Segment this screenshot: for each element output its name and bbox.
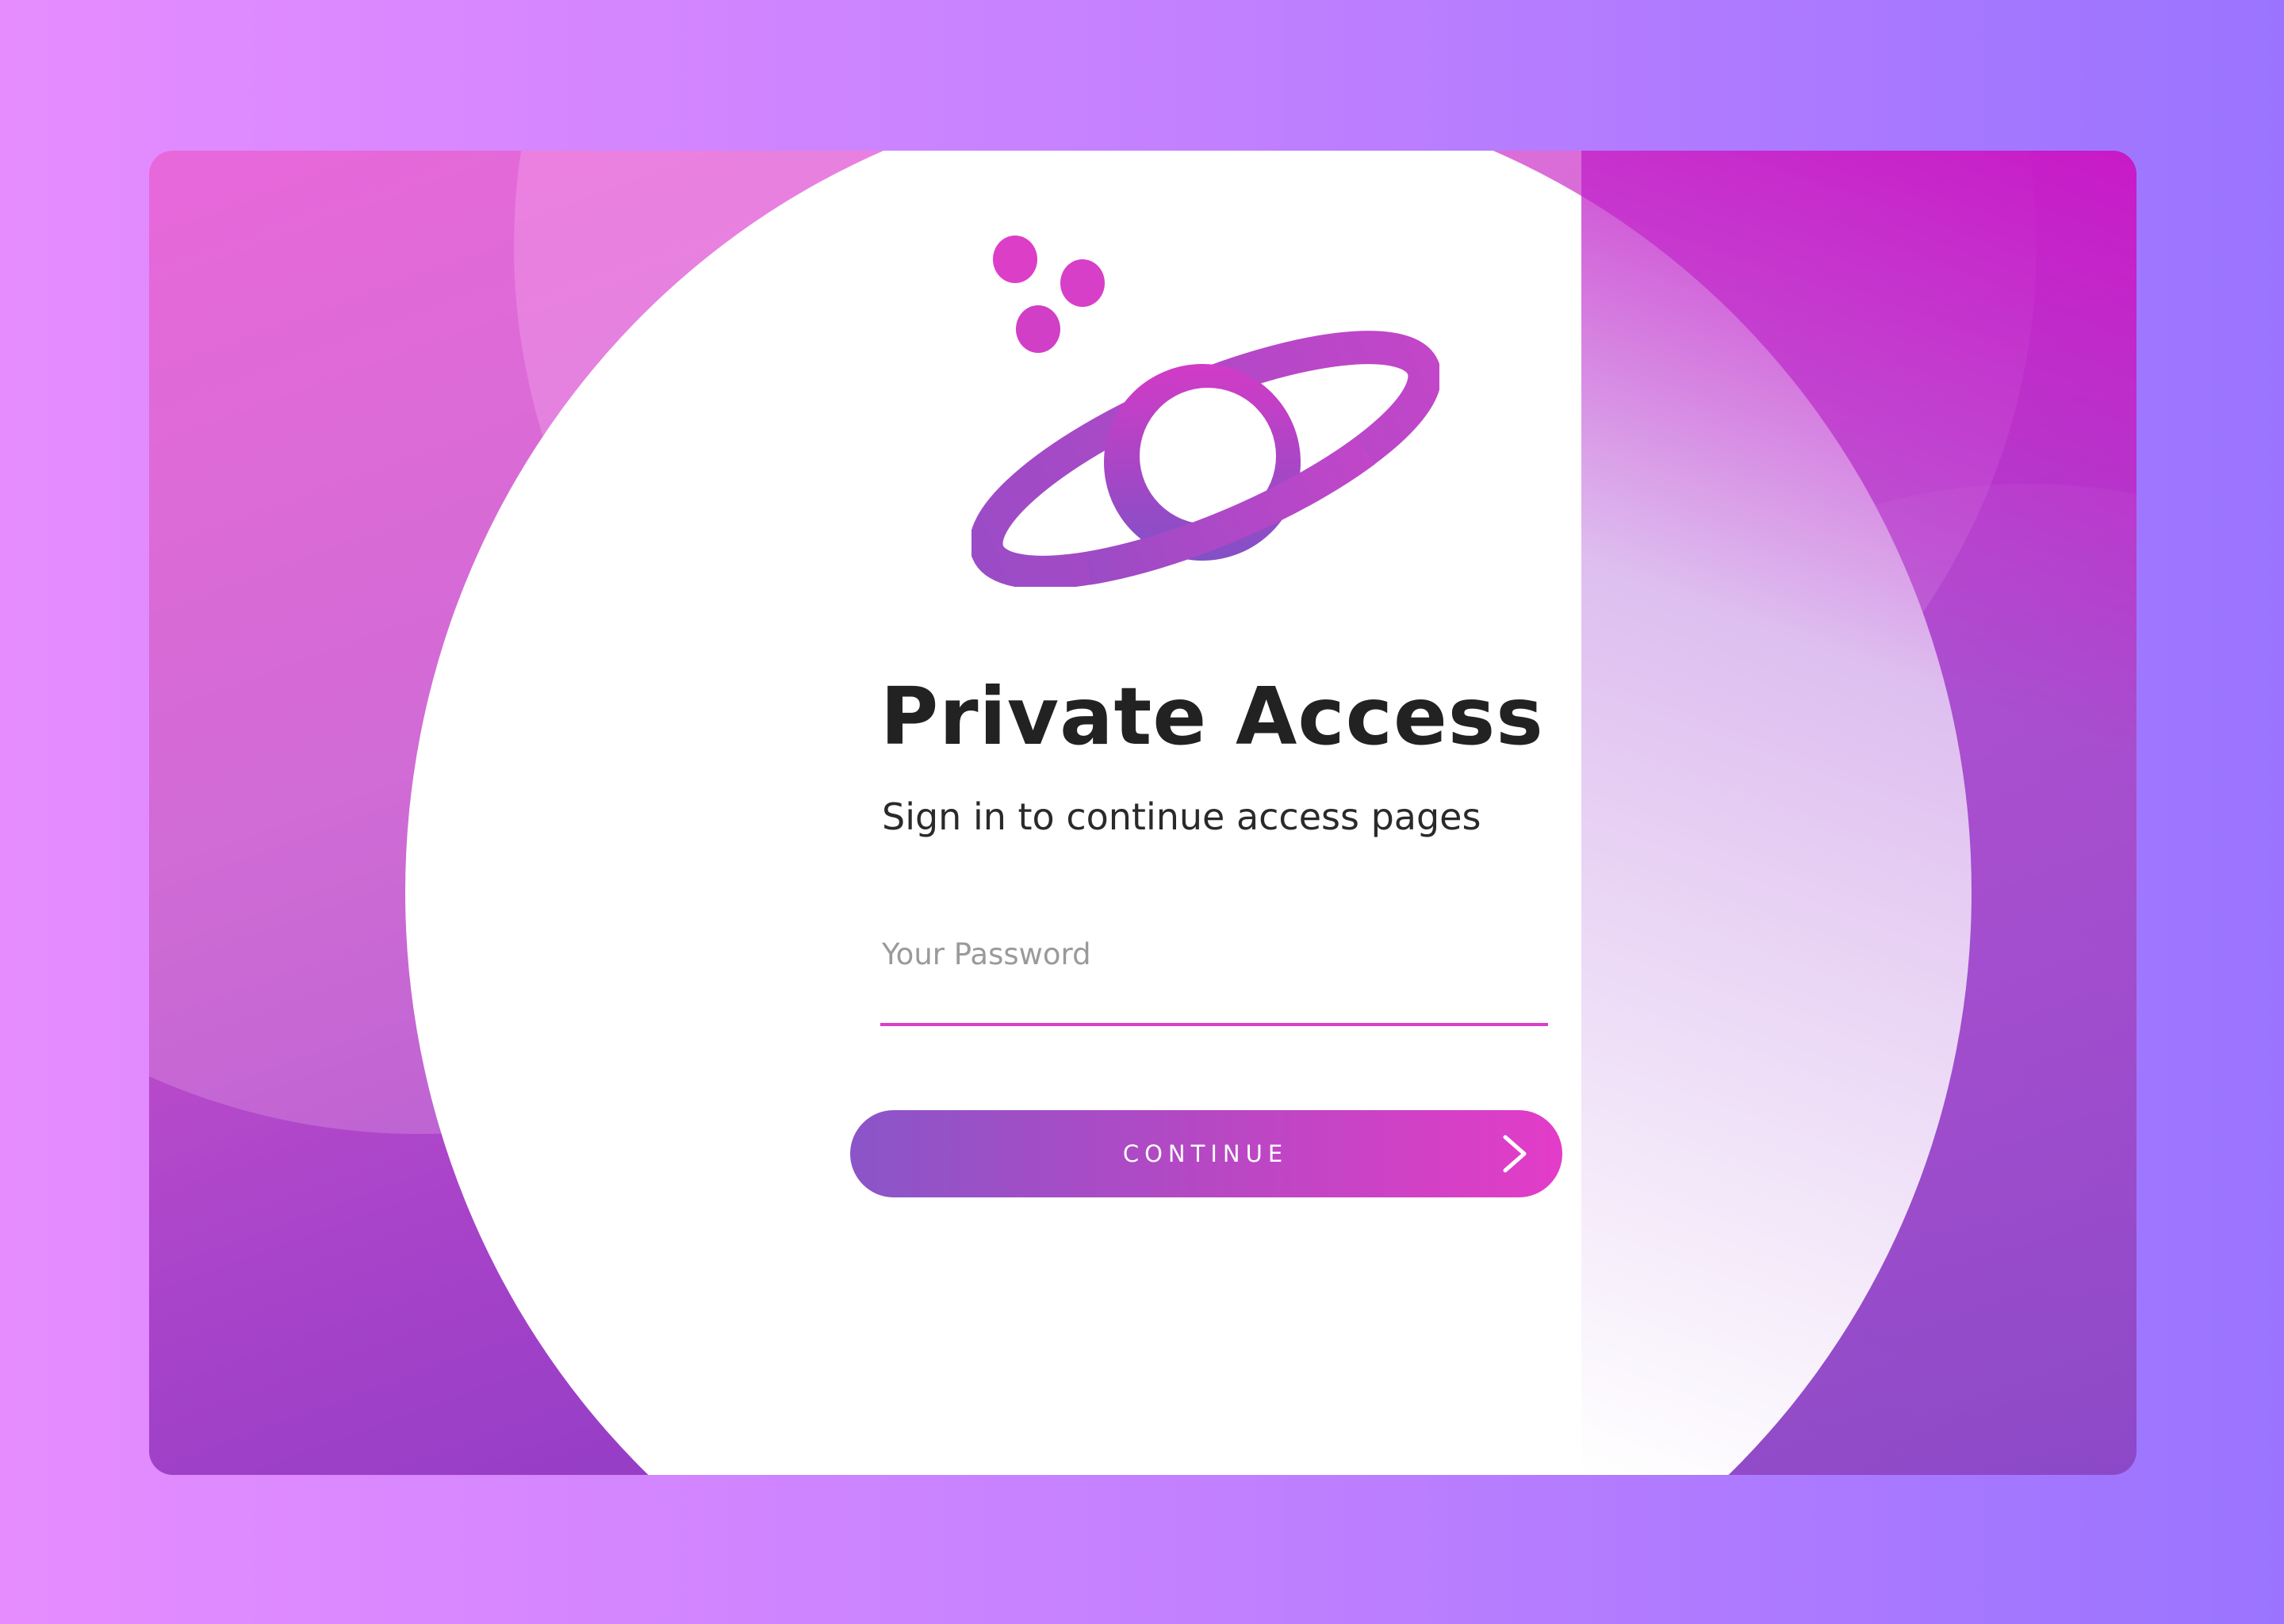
password-input[interactable]: [882, 926, 1532, 982]
planet-icon: [971, 236, 1439, 587]
chevron-right-icon: [1503, 1135, 1527, 1173]
page-title: Private Access: [880, 670, 1544, 763]
continue-button-label: CONTINUE: [1122, 1140, 1289, 1167]
page-subtitle: Sign in to continue access pages: [882, 795, 1481, 838]
login-content: Private Access Sign in to continue acces…: [0, 0, 2284, 1624]
password-field[interactable]: [880, 920, 1548, 1026]
continue-button[interactable]: CONTINUE: [850, 1110, 1562, 1197]
